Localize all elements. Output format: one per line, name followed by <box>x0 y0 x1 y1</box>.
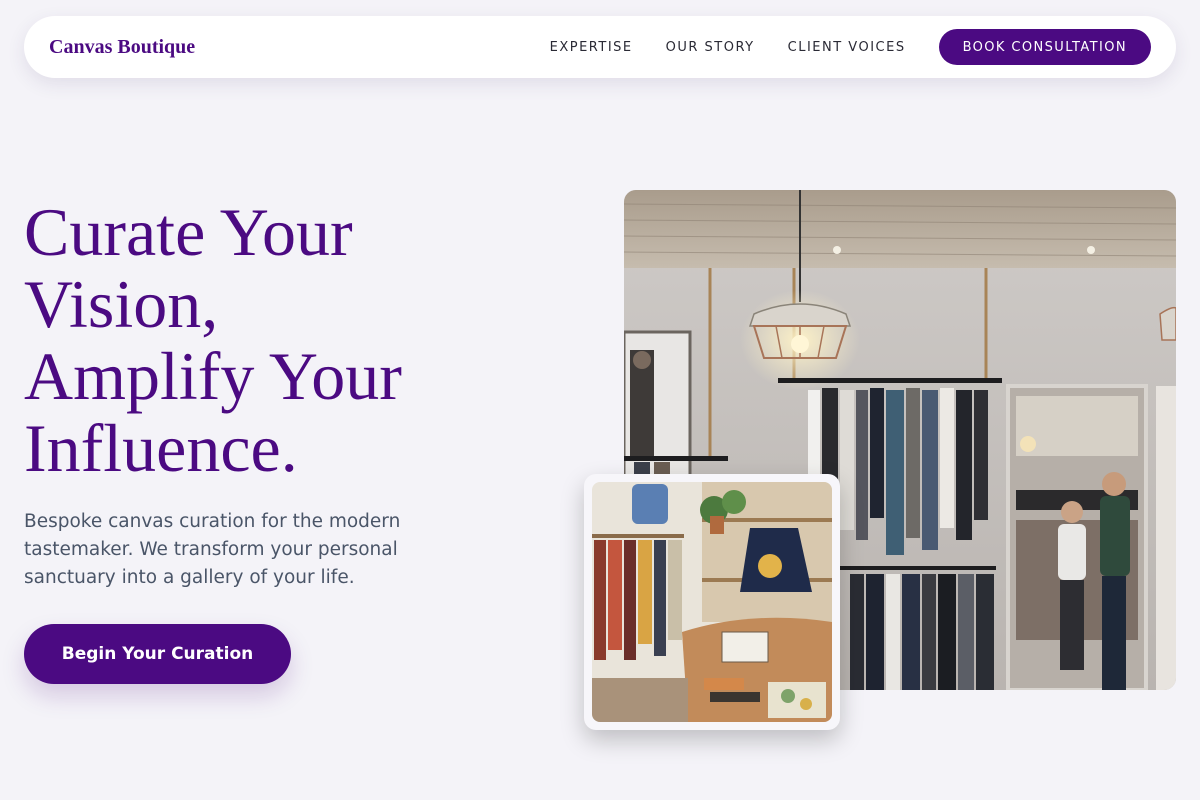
begin-curation-button[interactable]: Begin Your Curation <box>24 624 291 684</box>
boutique-shop-display-photo <box>592 482 832 722</box>
hero-subtitle-line: tastemaker. We transform your personal <box>24 539 398 560</box>
hero-title-line: Amplify Your <box>24 338 402 414</box>
book-consultation-button[interactable]: BOOK CONSULTATION <box>938 29 1151 65</box>
hero-title-line: Curate Your <box>24 194 353 270</box>
hero-subtitle-line: sanctuary into a gallery of your life. <box>24 567 355 588</box>
nav-link-our-story[interactable]: OUR STORY <box>666 40 755 55</box>
hero-subtitle: Bespoke canvas curation for the modern t… <box>24 508 454 592</box>
hero-subtitle-line: Bespoke canvas curation for the modern <box>24 511 401 532</box>
hero-title: Curate Your Vision, Amplify Your Influen… <box>24 196 564 484</box>
hero-title-line: Vision, <box>24 266 219 342</box>
brand-logo[interactable]: Canvas Boutique <box>49 36 195 59</box>
inset-photo-card <box>584 474 840 730</box>
nav-link-expertise[interactable]: EXPERTISE <box>550 40 633 55</box>
top-navbar: Canvas Boutique EXPERTISE OUR STORY CLIE… <box>24 16 1176 78</box>
hero-title-line: Influence. <box>24 410 298 486</box>
nav-links: EXPERTISE OUR STORY CLIENT VOICES BOOK C… <box>517 29 1151 65</box>
nav-link-client-voices[interactable]: CLIENT VOICES <box>788 40 906 55</box>
